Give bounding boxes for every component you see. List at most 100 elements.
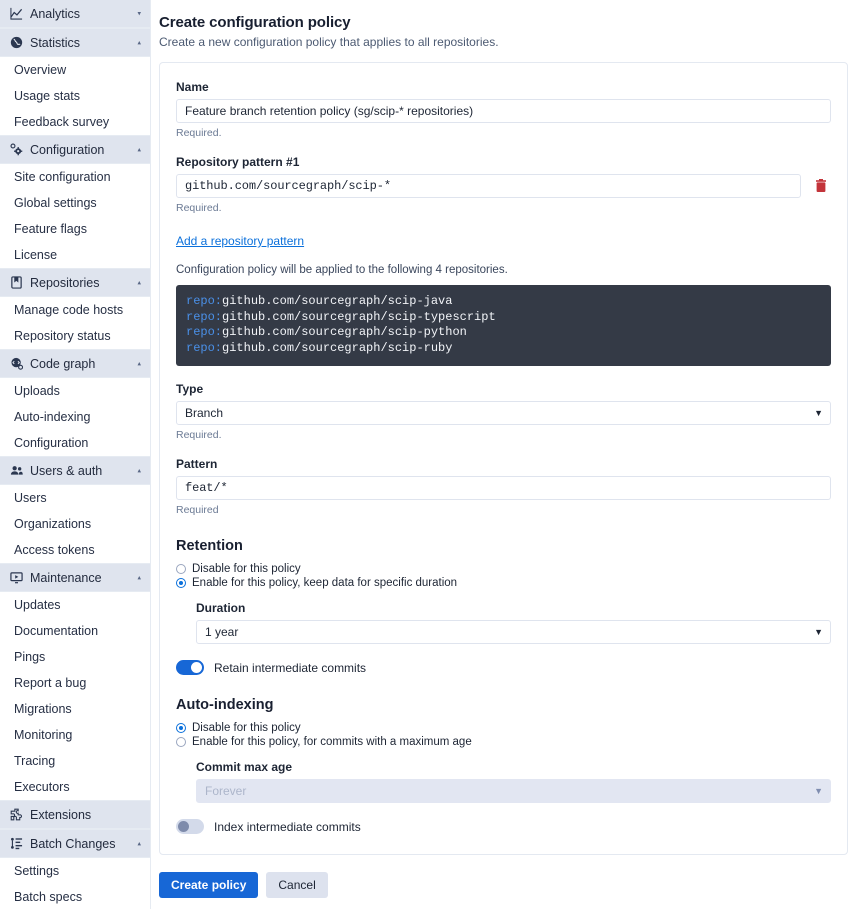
- type-select[interactable]: BranchTagCommit: [176, 401, 831, 425]
- cancel-button[interactable]: Cancel: [266, 872, 328, 898]
- sidebar-item-report-a-bug[interactable]: Report a bug: [0, 670, 150, 696]
- sidebar-item-migrations[interactable]: Migrations: [0, 696, 150, 722]
- sidebar-item-global-settings[interactable]: Global settings: [0, 190, 150, 216]
- sidebar-group-maintenance: Maintenance ▴ Updates Documentation Pings Rep…: [0, 564, 150, 801]
- sidebar-item-organizations[interactable]: Organizations: [0, 511, 150, 537]
- sidebar-item-settings[interactable]: Settings: [0, 858, 150, 884]
- chevron-up-icon[interactable]: ▴: [137, 360, 141, 367]
- sidebar-group-header-statistics[interactable]: Statistics ▴: [0, 29, 150, 57]
- sidebar-group-header-maintenance[interactable]: Maintenance ▴: [0, 564, 150, 592]
- sidebar-group-code-graph: Code graph ▴ Uploads Auto-indexing Configura…: [0, 350, 150, 457]
- sidebar-sublist: Settings Batch specs: [0, 858, 150, 909]
- name-label: Name: [176, 80, 209, 94]
- chevron-up-icon[interactable]: ▴: [137, 39, 141, 46]
- radio-icon[interactable]: [176, 564, 186, 574]
- sidebar-sublist: Manage code hosts Repository status: [0, 297, 150, 349]
- autoindexing-disable-option[interactable]: Disable for this policy: [176, 722, 831, 734]
- add-repository-pattern-link[interactable]: Add a repository pattern: [176, 234, 304, 248]
- sidebar-group-header-analytics[interactable]: Analytics ▾: [0, 0, 150, 28]
- autoindexing-enable-label: Enable for this policy, for commits with…: [192, 736, 472, 748]
- retention-disable-label: Disable for this policy: [192, 563, 301, 575]
- chevron-up-icon[interactable]: ▴: [137, 146, 141, 153]
- page-root: Analytics ▾ Statistics ▴ Overview Usage stats…: [0, 0, 864, 909]
- sidebar-group-label: Extensions: [30, 807, 92, 822]
- sidebar-group-extensions: Extensions: [0, 801, 150, 830]
- chevron-down-icon[interactable]: ▾: [137, 10, 141, 17]
- sidebar-item-usage-stats[interactable]: Usage stats: [0, 83, 150, 109]
- sidebar-group-header-configuration[interactable]: Configuration ▴: [0, 136, 150, 164]
- autoindexing-section-title: Auto-indexing: [176, 697, 274, 713]
- sidebar-group-repositories: Repositories ▴ Manage code hosts Repository…: [0, 269, 150, 350]
- chevron-up-icon[interactable]: ▴: [137, 840, 141, 847]
- sidebar-item-feature-flags[interactable]: Feature flags: [0, 216, 150, 242]
- cog-variant-icon: [9, 143, 23, 157]
- sidebar-item-access-tokens[interactable]: Access tokens: [0, 537, 150, 563]
- applied-repositories-note: Configuration policy will be applied to …: [176, 264, 508, 276]
- repository-line: repo:github.com/sourcegraph/scip-java: [186, 294, 821, 310]
- duration-select[interactable]: 1 day1 week1 month1 yearForever: [196, 620, 831, 644]
- sidebar-item-repository-status[interactable]: Repository status: [0, 323, 150, 349]
- type-select-wrap: BranchTagCommit ▼: [176, 401, 831, 425]
- sidebar-group-label: Statistics: [30, 35, 81, 50]
- sidebar-item-feedback-survey[interactable]: Feedback survey: [0, 109, 150, 135]
- retention-enable-option[interactable]: Enable for this policy, keep data for sp…: [176, 577, 831, 589]
- sidebar-item-documentation[interactable]: Documentation: [0, 618, 150, 644]
- name-help: Required.: [176, 127, 222, 139]
- repo-keyword: repo:: [186, 294, 223, 308]
- sidebar-item-users[interactable]: Users: [0, 485, 150, 511]
- chevron-up-icon[interactable]: ▴: [137, 467, 141, 474]
- radio-icon[interactable]: [176, 737, 186, 747]
- sidebar-item-updates[interactable]: Updates: [0, 592, 150, 618]
- sidebar-group-users-auth: Users & auth ▴ Users Organizations Access to…: [0, 457, 150, 564]
- pattern-label: Pattern: [176, 457, 218, 471]
- duration-label: Duration: [196, 601, 246, 615]
- sidebar-item-executors[interactable]: Executors: [0, 774, 150, 800]
- retain-intermediate-commits-row[interactable]: Retain intermediate commits: [176, 660, 831, 675]
- index-intermediate-commits-label: Index intermediate commits: [214, 819, 361, 834]
- page-subtitle: Create a new configuration policy that a…: [159, 35, 499, 49]
- sidebar-item-site-configuration[interactable]: Site configuration: [0, 164, 150, 190]
- autoindexing-enable-option[interactable]: Enable for this policy, for commits with…: [176, 736, 831, 748]
- repository-pattern-label: Repository pattern #1: [176, 155, 300, 169]
- sidebar-group-header-code-graph[interactable]: Code graph ▴: [0, 350, 150, 378]
- sidebar-item-license[interactable]: License: [0, 242, 150, 268]
- sidebar-sublist: Overview Usage stats Feedback survey: [0, 57, 150, 135]
- retention-duration-group: Duration 1 day1 week1 month1 yearForever…: [176, 601, 831, 644]
- sidebar-group-header-users-auth[interactable]: Users & auth ▴: [0, 457, 150, 485]
- index-intermediate-commits-toggle[interactable]: [176, 819, 204, 834]
- sidebar-item-uploads[interactable]: Uploads: [0, 378, 150, 404]
- sidebar-group-header-extensions[interactable]: Extensions: [0, 801, 150, 829]
- create-policy-button[interactable]: Create policy: [159, 872, 259, 898]
- retain-intermediate-commits-toggle[interactable]: [176, 660, 204, 675]
- repo-keyword: repo:: [186, 325, 223, 339]
- code-graph-icon: [9, 357, 23, 371]
- sidebar-item-tracing[interactable]: Tracing: [0, 748, 150, 774]
- commit-max-age-select: Forever1 year1 month1 week: [196, 779, 831, 803]
- sidebar-item-auto-indexing[interactable]: Auto-indexing: [0, 404, 150, 430]
- index-intermediate-commits-row[interactable]: Index intermediate commits: [176, 819, 831, 834]
- pattern-input[interactable]: [176, 476, 831, 500]
- monitor-icon: [9, 571, 23, 585]
- chevron-up-icon[interactable]: ▴: [137, 574, 141, 581]
- sidebar-group-header-batch-changes[interactable]: Batch Changes ▴: [0, 830, 150, 858]
- puzzle-icon: [9, 808, 23, 822]
- repo-name: github.com/sourcegraph/scip-typescript: [222, 309, 496, 324]
- sidebar-item-configuration[interactable]: Configuration: [0, 430, 150, 456]
- sidebar-group-header-repositories[interactable]: Repositories ▴: [0, 269, 150, 297]
- name-input[interactable]: [176, 99, 831, 123]
- sidebar-item-overview[interactable]: Overview: [0, 57, 150, 83]
- repository-pattern-input[interactable]: [176, 174, 801, 198]
- sidebar-group-statistics: Statistics ▴ Overview Usage stats Feedback s…: [0, 29, 150, 136]
- repo-name: github.com/sourcegraph/scip-python: [222, 325, 467, 339]
- trash-icon[interactable]: [811, 175, 831, 197]
- sidebar-item-pings[interactable]: Pings: [0, 644, 150, 670]
- sidebar-item-monitoring[interactable]: Monitoring: [0, 722, 150, 748]
- sidebar-item-batch-specs[interactable]: Batch specs: [0, 884, 150, 909]
- sidebar-item-manage-code-hosts[interactable]: Manage code hosts: [0, 297, 150, 323]
- autoindexing-disable-label: Disable for this policy: [192, 722, 301, 734]
- chevron-up-icon[interactable]: ▴: [137, 279, 141, 286]
- retention-disable-option[interactable]: Disable for this policy: [176, 563, 831, 575]
- radio-icon-selected[interactable]: [176, 578, 186, 588]
- radio-icon-selected[interactable]: [176, 723, 186, 733]
- sidebar-group-analytics: Analytics ▾: [0, 0, 150, 29]
